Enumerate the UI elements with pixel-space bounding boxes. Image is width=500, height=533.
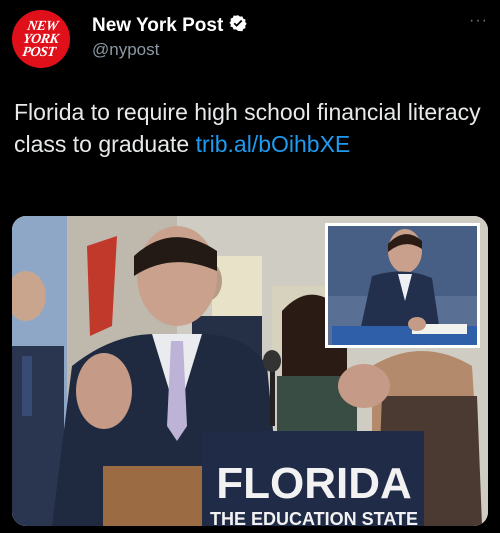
- display-name[interactable]: New York Post: [92, 15, 223, 37]
- tweet-header: NEW YORK POST New York Post @nypost ···: [12, 10, 488, 70]
- handle[interactable]: @nypost: [92, 40, 159, 60]
- tweet-link[interactable]: trib.al/bOihbXE: [196, 131, 351, 157]
- photo-illustration: FLORIDA THE EDUCATION STATE: [12, 216, 488, 526]
- logo-line-3: POST: [21, 44, 57, 60]
- verified-badge-icon: [229, 14, 247, 37]
- logo-line-2: YORK: [22, 31, 60, 47]
- avatar[interactable]: NEW YORK POST: [12, 10, 70, 68]
- podium-title: FLORIDA: [216, 459, 412, 508]
- logo-line-1: NEW: [26, 18, 60, 34]
- tweet-text: Florida to require high school financial…: [14, 96, 484, 160]
- tweet-media-photo[interactable]: FLORIDA THE EDUCATION STATE: [12, 216, 488, 526]
- podium-subtitle: THE EDUCATION STATE: [210, 509, 418, 526]
- nypost-logo: NEW YORK POST: [21, 18, 62, 60]
- more-options-icon[interactable]: ···: [469, 12, 488, 30]
- author-name-line: New York Post: [92, 14, 247, 37]
